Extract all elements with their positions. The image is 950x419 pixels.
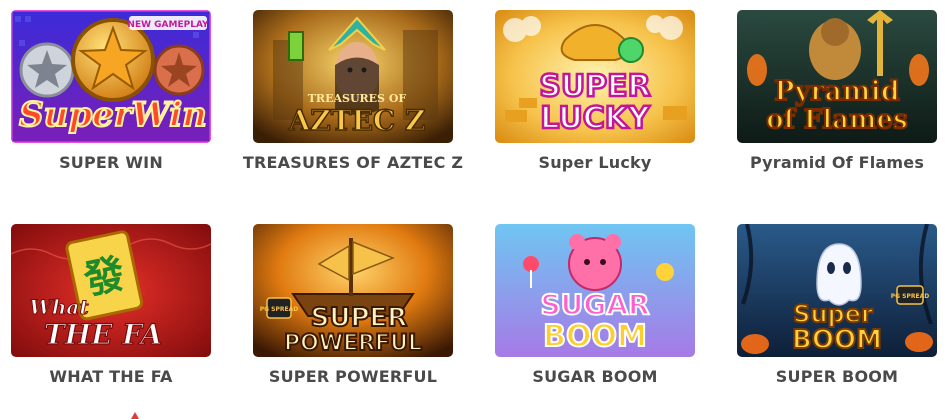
art-badge: PG SPREAD: [891, 293, 929, 300]
game-card-what-the-fa[interactable]: 發 What THE FA WHAT THE FA: [11, 224, 211, 390]
art-title-line2: THE FA: [44, 318, 162, 351]
game-thumbnail[interactable]: PG SPREAD SUPER POWERFUL: [253, 224, 453, 357]
art-title-line2: of Flames: [766, 105, 907, 135]
super-powerful-artwork: PG SPREAD SUPER POWERFUL: [253, 224, 453, 357]
game-thumbnail[interactable]: NEW GAMEPLAY SuperWin: [11, 10, 211, 143]
art-title-line2: LUCKY: [540, 101, 651, 136]
game-thumbnail[interactable]: Pyramid of Flames: [737, 10, 937, 143]
game-grid: NEW GAMEPLAY SuperWin SUPER WIN TREASURE…: [0, 0, 950, 419]
art-title-line2: POWERFUL: [284, 331, 422, 356]
art-title-line1: SUPER: [311, 303, 408, 333]
decorative-mark-icon: [131, 412, 139, 419]
game-card-pyramid-of-flames[interactable]: Pyramid of Flames Pyramid Of Flames: [737, 10, 937, 176]
badge-text: NEW GAMEPLAY: [127, 20, 209, 30]
game-card-super-win[interactable]: NEW GAMEPLAY SuperWin SUPER WIN: [11, 10, 211, 176]
sugar-boom-artwork: SUGAR BOOM: [495, 224, 695, 357]
game-card-treasures-of-aztec-z[interactable]: TREASURES OF AZTEC Z TREASURES OF AZTEC …: [243, 10, 463, 176]
game-card-super-boom[interactable]: PG SPREAD Super BOOM SUPER BOOM: [737, 224, 937, 390]
game-thumbnail[interactable]: PG SPREAD Super BOOM: [737, 224, 937, 357]
aztec-artwork: TREASURES OF AZTEC Z: [253, 10, 453, 143]
art-title-line1: Pyramid: [774, 76, 900, 107]
super-win-artwork: NEW GAMEPLAY SuperWin: [11, 10, 211, 143]
art-title-line1: SUPER: [539, 69, 651, 104]
art-badge: PG SPREAD: [260, 306, 298, 313]
game-card-sugar-boom[interactable]: SUGAR BOOM SUGAR BOOM: [495, 224, 695, 390]
what-the-fa-artwork: 發 What THE FA: [11, 224, 211, 357]
art-title-line1: SUGAR: [540, 288, 649, 321]
art-title-line2: BOOM: [543, 319, 647, 354]
game-thumbnail[interactable]: SUPER LUCKY: [495, 10, 695, 143]
pyramid-of-flames-artwork: Pyramid of Flames: [737, 10, 937, 143]
game-thumbnail[interactable]: 發 What THE FA: [11, 224, 211, 357]
game-card-super-lucky[interactable]: SUPER LUCKY Super Lucky: [495, 10, 695, 176]
game-thumbnail[interactable]: TREASURES OF AZTEC Z: [253, 10, 453, 143]
game-thumbnail[interactable]: SUGAR BOOM: [495, 224, 695, 357]
super-boom-artwork: PG SPREAD Super BOOM: [737, 224, 937, 357]
game-title[interactable]: SUPER WIN: [0, 150, 231, 176]
game-title[interactable]: WHAT THE FA: [0, 364, 231, 390]
art-title-line1: What: [29, 295, 89, 319]
game-title[interactable]: Pyramid Of Flames: [717, 150, 950, 176]
game-title[interactable]: SUPER POWERFUL: [233, 364, 473, 390]
game-title[interactable]: SUGAR BOOM: [475, 364, 715, 390]
art-title-text: AZTEC Z: [288, 104, 426, 137]
game-card-super-powerful[interactable]: PG SPREAD SUPER POWERFUL SUPER POWERFUL: [253, 224, 453, 390]
game-title[interactable]: Super Lucky: [475, 150, 715, 176]
art-title-line2: BOOM: [792, 325, 882, 355]
art-title-text: SuperWin: [19, 95, 207, 135]
super-lucky-artwork: SUPER LUCKY: [495, 10, 695, 143]
game-title[interactable]: SUPER BOOM: [717, 364, 950, 390]
game-title[interactable]: TREASURES OF AZTEC Z: [233, 150, 473, 176]
art-title-line1: Super: [793, 300, 873, 328]
